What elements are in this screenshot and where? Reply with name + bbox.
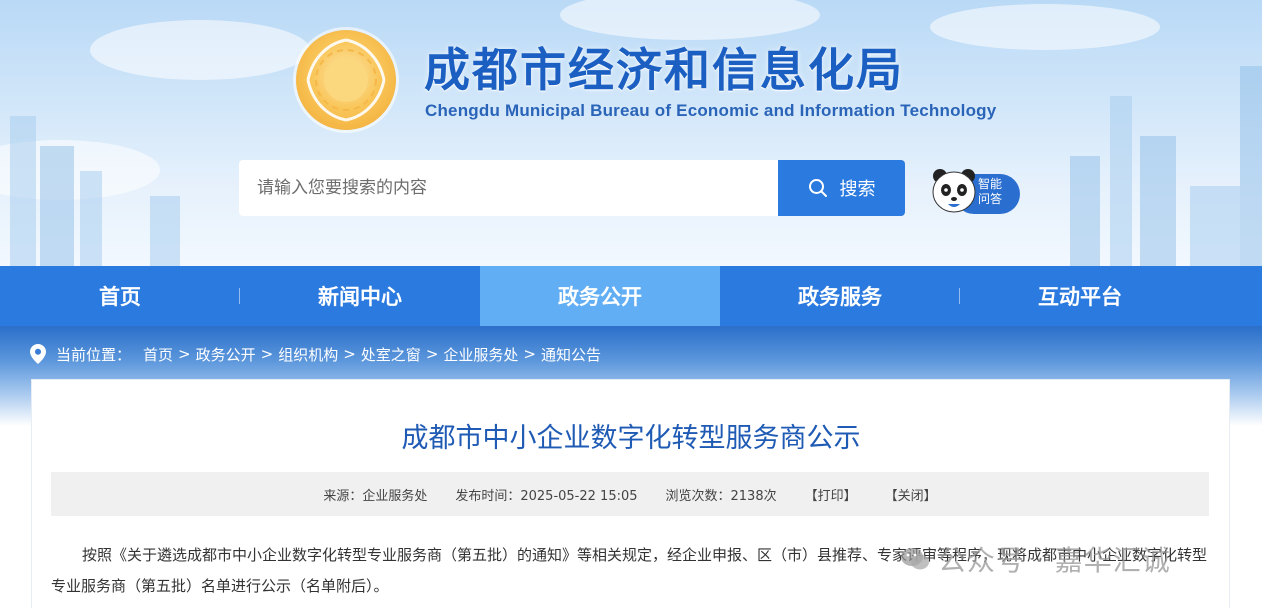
watermark: 公众号 · 嘉华汇诚 (900, 536, 1171, 582)
nav-item-label: 首页 (99, 285, 141, 309)
nav-item-label: 政务公开 (558, 285, 642, 309)
site-subtitle: Chengdu Municipal Bureau of Economic and… (425, 101, 997, 120)
site-title: 成都市经济和信息化局 (424, 43, 904, 97)
search-input[interactable] (239, 160, 779, 216)
breadcrumb-separator: > (343, 345, 356, 363)
article-meta-bar: 来源：企业服务处 发布时间：2025-05-22 15:05 浏览次数：2138… (51, 472, 1209, 516)
breadcrumb-item-home[interactable]: 首页 (143, 344, 173, 365)
wechat-icon (901, 548, 929, 570)
smart-qa-label: 智能 问答 (978, 177, 1002, 207)
nav-item-label: 互动平台 (1038, 285, 1122, 309)
breadcrumb-separator: > (425, 345, 439, 363)
skyline-decoration (1140, 136, 1176, 266)
search-icon (808, 179, 827, 197)
breadcrumb-separator: > (523, 345, 536, 363)
smart-qa-label-line2: 问答 (978, 192, 1003, 206)
article-publish-time: 发布时间：2025-05-22 15:05 (455, 488, 638, 504)
watermark-text: 公众号 · 嘉华汇诚 (938, 544, 1171, 577)
cloud-decoration (930, 4, 1160, 50)
smart-qa-button[interactable]: 智能 问答 (928, 164, 1022, 216)
search-button-label: 搜索 (839, 179, 876, 200)
location-pin-icon (30, 344, 46, 364)
close-button[interactable]: 【关闭】 (885, 485, 937, 504)
breadcrumb-prefix: 当前位置： (56, 345, 132, 364)
print-button[interactable]: 【打印】 (805, 485, 857, 504)
nav-item-label: 新闻中心 (318, 285, 402, 309)
sun-bird-logo-icon (296, 30, 396, 130)
skyline-decoration (10, 116, 36, 266)
nav-item-interactive-platform[interactable]: 互动平台 (960, 266, 1200, 326)
cloud-decoration (90, 20, 310, 80)
main-nav: 首页 新闻中心 政务公开 政务服务 互动平台 (0, 266, 1262, 326)
skyline-decoration (40, 146, 74, 266)
nav-item-label: 政务服务 (798, 285, 882, 309)
skyline-decoration (1110, 96, 1132, 266)
article-view-count: 浏览次数：2138次 (665, 488, 777, 504)
breadcrumb-item-enterprise-service[interactable]: 企业服务处 (443, 344, 518, 365)
breadcrumb-separator: > (178, 345, 191, 363)
nav-item-government-services[interactable]: 政务服务 (720, 266, 960, 326)
skyline-decoration (150, 196, 180, 266)
header-banner: 成都市经济和信息化局 Chengdu Municipal Bureau of E… (0, 0, 1262, 266)
nav-item-home[interactable]: 首页 (0, 266, 240, 326)
panda-mascot-icon (932, 169, 976, 213)
breadcrumb-item-government-affairs[interactable]: 政务公开 (196, 344, 256, 365)
breadcrumb-item-notices[interactable]: 通知公告 (541, 344, 601, 365)
breadcrumb-separator: > (260, 345, 274, 363)
skyline-decoration (1240, 66, 1262, 266)
skyline-decoration (1190, 186, 1240, 266)
skyline-decoration (1070, 156, 1100, 266)
nav-item-government-affairs-disclosure[interactable]: 政务公开 (480, 266, 720, 326)
skyline-decoration (80, 171, 102, 266)
nav-item-news-center[interactable]: 新闻中心 (240, 266, 480, 326)
article-source: 来源：企业服务处 (323, 488, 428, 504)
breadcrumb-item-divisions[interactable]: 处室之窗 (361, 344, 421, 365)
search-box (239, 160, 779, 216)
breadcrumb: 当前位置： 首页 > 政务公开 > 组织机构 > 处室之窗 > 企业服务处 > … (30, 342, 601, 366)
breadcrumb-item-organization[interactable]: 组织机构 (278, 344, 338, 365)
smart-qa-label-line1: 智能 (978, 177, 1003, 191)
article-title: 成都市中小企业数字化转型服务商公示 (401, 423, 861, 454)
search-button[interactable]: 搜索 (778, 160, 905, 216)
